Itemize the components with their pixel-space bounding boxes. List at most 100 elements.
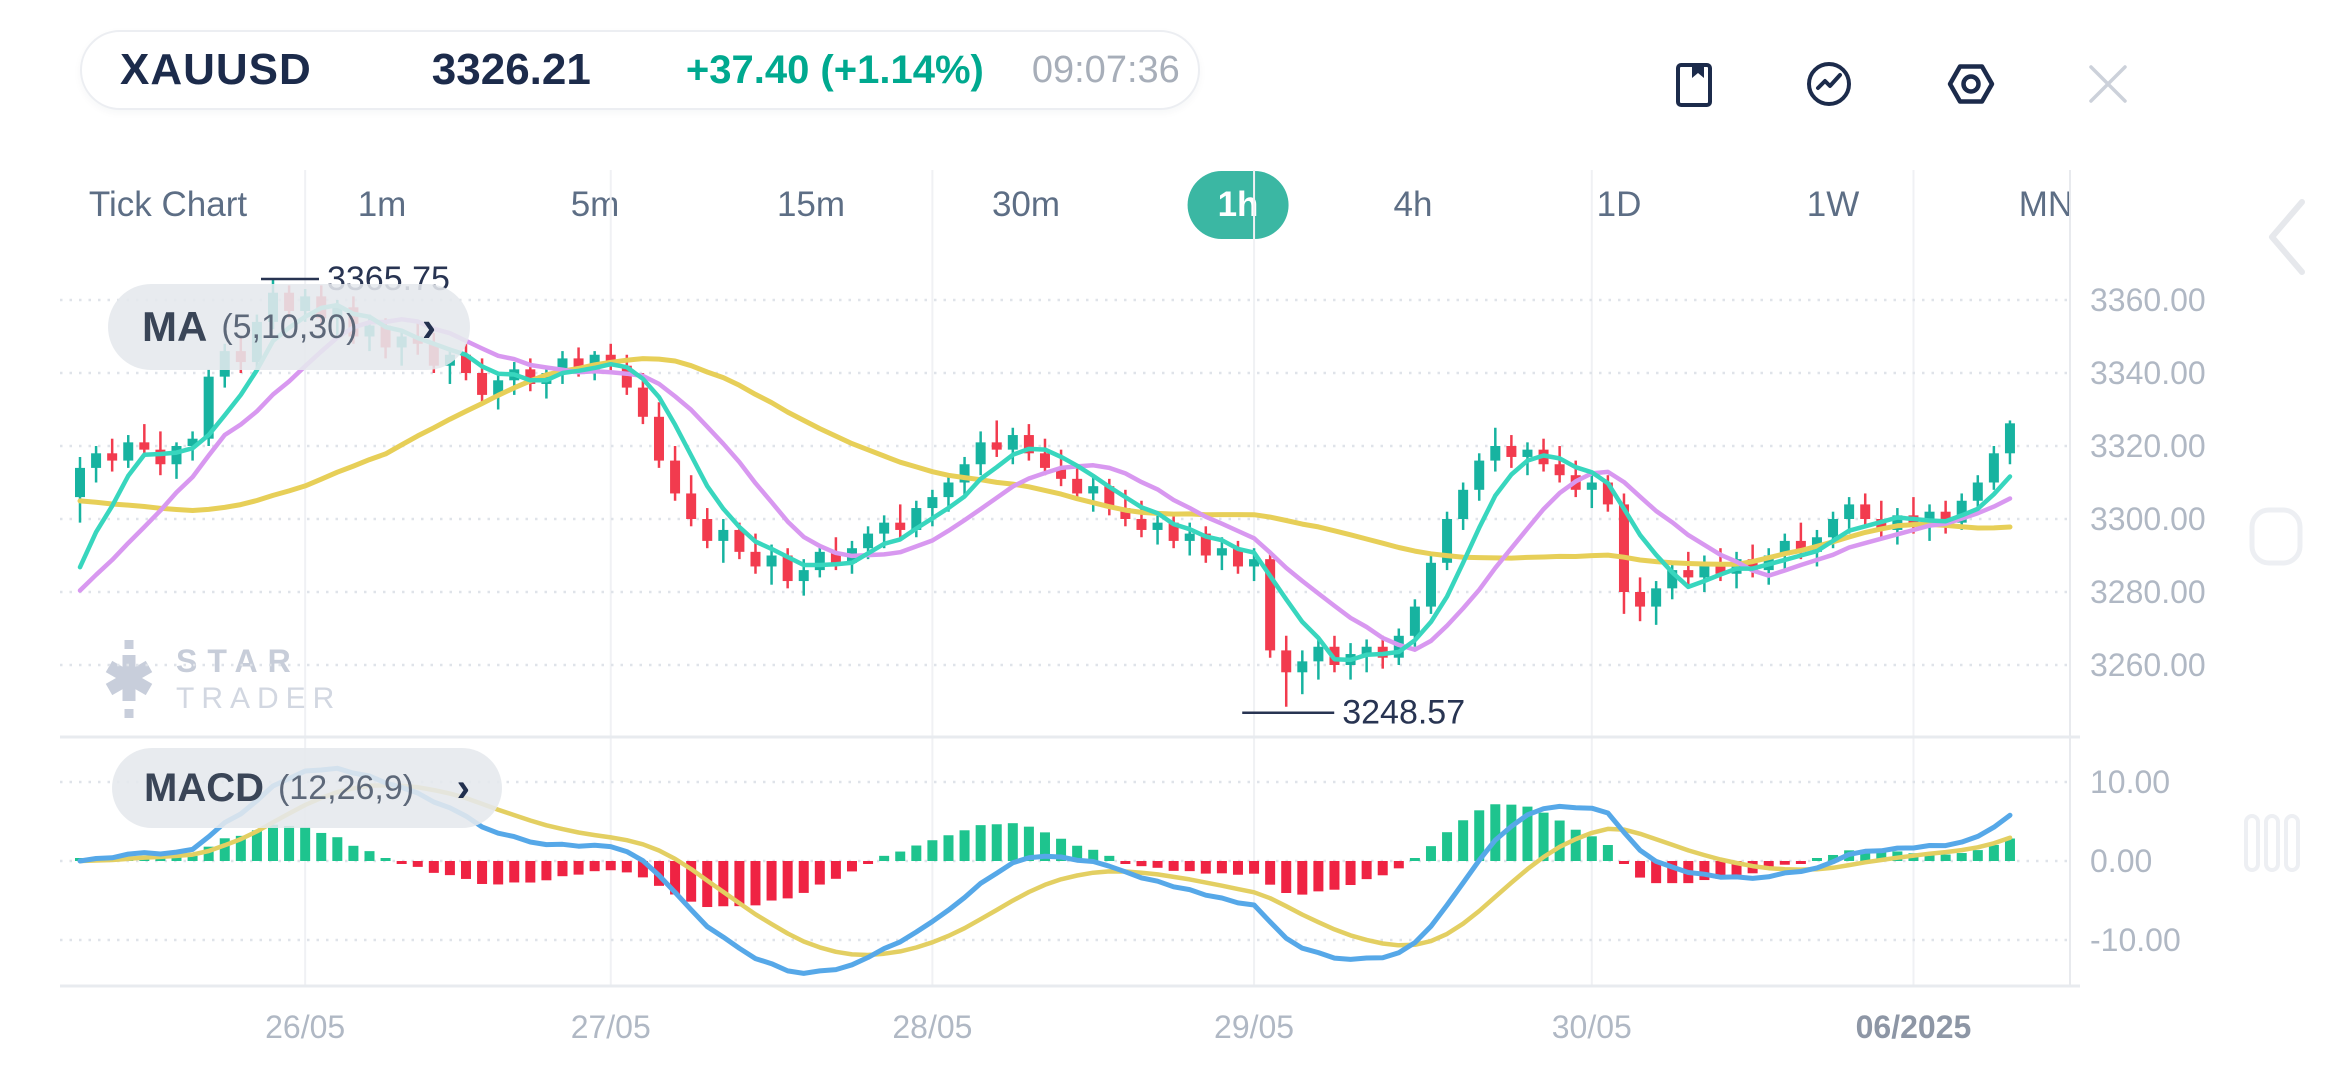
candle-body <box>1426 563 1436 607</box>
candle-body <box>879 523 889 534</box>
collapse-chevron-icon[interactable] <box>2272 202 2302 272</box>
macd-bar <box>1442 832 1452 861</box>
candle-body <box>1313 647 1323 662</box>
macd-axis-label: 10.00 <box>2090 764 2170 800</box>
candle-body <box>1555 464 1565 475</box>
date-axis-label: 06/2025 <box>1856 1009 1972 1045</box>
candle-body <box>1217 548 1227 555</box>
candle-body <box>1828 519 1838 537</box>
macd-bar <box>493 861 503 884</box>
candle-body <box>815 552 825 570</box>
macd-bar <box>895 852 905 861</box>
macd-bar <box>1587 836 1597 861</box>
candle-body <box>638 388 648 417</box>
macd-bar <box>1185 861 1195 871</box>
candle-body <box>1153 523 1163 530</box>
macd-bar <box>831 861 841 879</box>
macd-bar <box>976 825 986 861</box>
macd-bar <box>1008 823 1018 861</box>
candle-body <box>1506 446 1516 457</box>
macd-bar <box>879 856 889 861</box>
candle-body <box>2005 423 2015 453</box>
macd-bar <box>1281 861 1291 893</box>
low-price-label: 3248.57 <box>1342 694 1465 732</box>
macd-bar <box>1136 861 1146 866</box>
chevron-right-icon[interactable]: › <box>457 766 470 811</box>
macd-bar <box>1169 861 1179 871</box>
candle-body <box>1635 592 1645 607</box>
macd-bar <box>1346 861 1356 885</box>
ma-label: MA <box>142 303 207 351</box>
macd-bar <box>316 833 326 861</box>
macd-bar <box>477 861 487 884</box>
macd-bar <box>590 861 600 871</box>
chart-canvas[interactable]: 3360.003340.003320.003300.003280.003260.… <box>0 0 2340 1080</box>
macd-bar <box>1635 861 1645 878</box>
macd-bar <box>992 824 1002 861</box>
candle-body <box>1458 490 1468 519</box>
macd-bar <box>300 827 310 861</box>
macd-bar <box>413 861 423 867</box>
macd-bar <box>1329 861 1339 890</box>
macd-bar <box>799 861 809 893</box>
candle-body <box>1490 446 1500 461</box>
candle-body <box>1410 607 1420 636</box>
ma-indicator-pill[interactable]: MA (5,10,30) › <box>108 284 470 370</box>
ghost-bars-button[interactable] <box>2286 816 2298 870</box>
candle-body <box>992 442 1002 449</box>
macd-bar <box>1265 861 1275 885</box>
candle-body <box>107 453 117 460</box>
macd-bar <box>1812 858 1822 861</box>
macd-bar <box>1957 853 1967 861</box>
macd-bar <box>445 861 455 875</box>
macd-axis-label: 0.00 <box>2090 843 2152 879</box>
macd-bar <box>1603 845 1613 861</box>
macd-bar <box>750 861 760 905</box>
candle-body <box>1088 486 1098 493</box>
macd-bar <box>574 861 584 875</box>
candle-body <box>976 442 986 464</box>
candle-body <box>75 468 85 497</box>
macd-bar <box>718 861 728 906</box>
macd-bar <box>525 861 535 883</box>
macd-bar <box>381 858 391 861</box>
macd-params: (12,26,9) <box>278 769 414 808</box>
candle-body <box>1136 519 1146 530</box>
candle-body <box>123 442 133 460</box>
macd-bar <box>1780 861 1790 865</box>
price-axis-label: 3340.00 <box>2090 355 2206 391</box>
candle-body <box>686 493 696 519</box>
macd-bar <box>1941 855 1951 861</box>
macd-bar <box>622 861 632 872</box>
macd-bar <box>1233 861 1243 875</box>
candle-body <box>718 530 728 541</box>
macd-bar <box>1249 861 1259 874</box>
price-axis-label: 3360.00 <box>2090 282 2206 318</box>
macd-bar <box>606 861 616 870</box>
candle-body <box>1522 450 1532 457</box>
macd-bar <box>1217 861 1227 873</box>
macd-bar <box>1989 845 1999 861</box>
ghost-square-button[interactable] <box>2252 510 2300 563</box>
macd-indicator-pill[interactable]: MACD (12,26,9) › <box>112 748 502 828</box>
macd-bar <box>1297 861 1307 895</box>
date-axis-label: 30/05 <box>1552 1009 1632 1045</box>
date-axis-label: 26/05 <box>265 1009 345 1045</box>
candle-body <box>1474 461 1484 490</box>
macd-bar <box>847 861 857 871</box>
macd-bar <box>1796 861 1806 864</box>
candle-body <box>750 552 760 567</box>
macd-bar <box>348 846 358 861</box>
ghost-bars-button[interactable] <box>2246 816 2258 870</box>
candle-body <box>654 417 664 461</box>
macd-bar <box>767 861 777 901</box>
ghost-bars-button[interactable] <box>2266 816 2278 870</box>
candle-body <box>1973 483 1983 501</box>
macd-bar <box>1313 861 1323 891</box>
candle-body <box>1683 570 1693 577</box>
macd-bar <box>1571 830 1581 861</box>
candle-body <box>1297 661 1307 672</box>
chevron-right-icon[interactable]: › <box>422 303 436 351</box>
macd-bar <box>1973 850 1983 861</box>
macd-bar <box>1362 861 1372 879</box>
